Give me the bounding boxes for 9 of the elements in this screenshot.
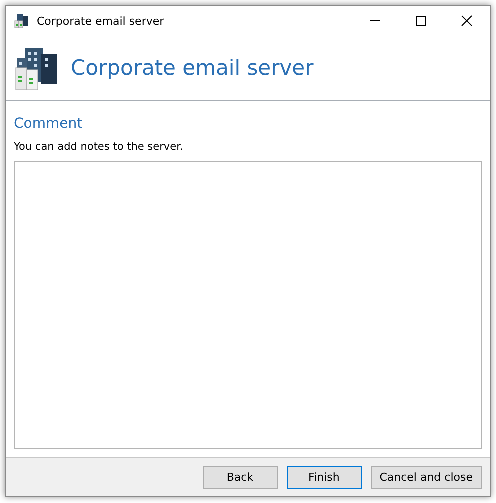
dialog-button[interactable]: Cancel and close <box>370 466 482 488</box>
description-text: You can add notes to the server. <box>14 141 184 153</box>
buildings-icon <box>14 13 30 29</box>
dialog-button[interactable]: Back <box>202 466 278 488</box>
section-title: Comment <box>14 116 83 132</box>
window-title: Corporate email server <box>37 14 166 28</box>
comment-field[interactable] <box>14 161 482 449</box>
dialog-button[interactable]: Finish <box>286 466 362 488</box>
header-title: Corporate email server <box>71 56 314 80</box>
